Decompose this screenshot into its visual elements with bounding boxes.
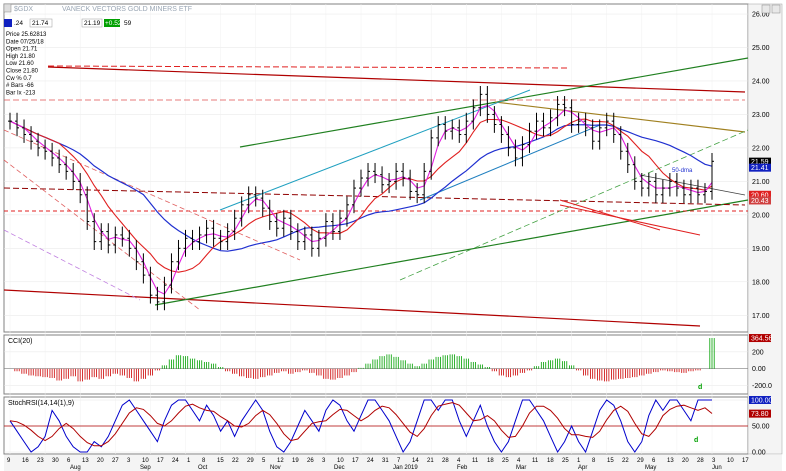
chg-badge: +0.52 — [105, 20, 122, 27]
day-tick: 22 — [232, 458, 239, 464]
month-label: Nov — [270, 465, 281, 471]
day-tick: 26 — [307, 458, 314, 464]
price-tick-label: 23.00 — [752, 112, 770, 119]
day-tick: 12 — [277, 458, 284, 464]
info-line: Open 21.71 — [6, 47, 38, 53]
day-tick: 25 — [502, 458, 509, 464]
price-tick-label: 21.00 — [752, 179, 770, 186]
stochrsi-label: StochRSI(14,14(1),9) — [8, 400, 74, 407]
month-label: Feb — [457, 465, 468, 471]
price-tag: 21.41 — [751, 165, 769, 172]
minimize-button[interactable] — [761, 4, 771, 14]
cci-panel — [3, 334, 749, 395]
day-tick: 14 — [412, 458, 419, 464]
day-tick: 10 — [337, 458, 344, 464]
day-tick: 28 — [442, 458, 449, 464]
day-tick: 17 — [157, 458, 164, 464]
stock-chart: 26.0025.0024.0023.0022.0021.0020.0019.00… — [3, 3, 783, 471]
day-tick: 20 — [97, 458, 104, 464]
info-line: Close 21.80 — [6, 69, 39, 75]
month-label: Sep — [140, 465, 151, 471]
stoch-value-tag: 100.00 — [751, 398, 773, 405]
price-tick-label: 20.00 — [752, 212, 770, 219]
stoch-tick-label: 0.00 — [752, 450, 766, 457]
maximize-button[interactable] — [771, 4, 781, 14]
price-tick-label: 19.00 — [752, 246, 770, 253]
cci-d-marker: d — [698, 384, 702, 391]
day-tick: 23 — [37, 458, 44, 464]
month-label: May — [645, 465, 656, 471]
day-tick: 13 — [82, 458, 89, 464]
last-box: 21.74 — [32, 20, 49, 27]
stoch-tick-label: 50.00 — [752, 424, 770, 431]
day-tick: 11 — [472, 458, 479, 464]
month-label: Jun — [712, 465, 722, 471]
info-line: Cw % 0.7 — [6, 76, 32, 82]
day-tick: 21 — [427, 458, 434, 464]
price-tick-label: 25.00 — [752, 45, 770, 52]
info-line: High 21.80 — [6, 54, 36, 60]
menu-icon[interactable] — [3, 3, 12, 13]
day-tick: 11 — [532, 458, 539, 464]
price-tick-label: 22.00 — [752, 145, 770, 152]
stoch-signal-tag: 73.80 — [751, 411, 769, 418]
vol-box: 59 — [124, 20, 132, 27]
info-line: Price 25.62813 — [6, 32, 47, 38]
price-tick-label: 18.00 — [752, 279, 770, 286]
day-tick: 30 — [52, 458, 59, 464]
info-line: Date 07/25/18 — [6, 39, 44, 45]
day-tick: 29 — [637, 458, 644, 464]
month-label: Mar — [516, 465, 526, 471]
day-tick: 15 — [607, 458, 614, 464]
day-tick: 15 — [217, 458, 224, 464]
day-tick: 17 — [352, 458, 359, 464]
day-tick: 18 — [487, 458, 494, 464]
info-line: Bar Ix -213 — [6, 90, 36, 96]
month-label: Apr — [578, 465, 587, 471]
cci-tick-label: 200 — [752, 349, 764, 356]
day-tick: 13 — [667, 458, 674, 464]
info-line: Low 21.60 — [6, 61, 34, 67]
info-line: # Bars -66 — [6, 83, 34, 89]
day-tick: 24 — [367, 458, 374, 464]
day-tick: 27 — [112, 458, 119, 464]
day-tick: 10 — [142, 458, 149, 464]
day-tick: 31 — [382, 458, 389, 464]
day-tick: 24 — [172, 458, 179, 464]
price-tick-label: 17.00 — [752, 313, 770, 320]
month-label: Oct — [198, 465, 208, 471]
day-tick: 25 — [562, 458, 569, 464]
day-tick: 18 — [547, 458, 554, 464]
day-tick: 19 — [292, 458, 299, 464]
chg-box: 21.19 — [84, 20, 101, 27]
price-tag: 20.43 — [751, 198, 769, 205]
stoch-d-marker: d — [694, 437, 698, 444]
month-label: Aug — [70, 465, 81, 471]
chart-window: { "header": { "symbol": "$GDX", "title":… — [0, 0, 786, 471]
cci-tick-label: 0.00 — [752, 366, 766, 373]
day-tick: 17 — [742, 458, 749, 464]
day-tick: 20 — [682, 458, 689, 464]
symbol-label: $GDX — [14, 6, 33, 13]
day-tick: 10 — [727, 458, 734, 464]
chart-title: VANECK VECTORS GOLD MINERS ETF — [62, 6, 192, 13]
cci-value-tag: 364.56 — [751, 336, 773, 343]
cci-tick-label: -200.0 — [752, 383, 772, 390]
day-tick: 29 — [247, 458, 254, 464]
cci-label: CCI(20) — [8, 338, 33, 345]
day-tick: 28 — [697, 458, 704, 464]
price-tick-label: 24.00 — [752, 78, 770, 85]
month-label: Jan 2019 — [393, 465, 418, 471]
day-tick: 16 — [22, 458, 29, 464]
symbol-color-icon — [4, 19, 12, 27]
dma-annotation: 50-dma — [672, 168, 693, 174]
day-tick: 22 — [622, 458, 629, 464]
sym-box: .24 — [14, 20, 23, 27]
month-label: Dec — [334, 465, 345, 471]
